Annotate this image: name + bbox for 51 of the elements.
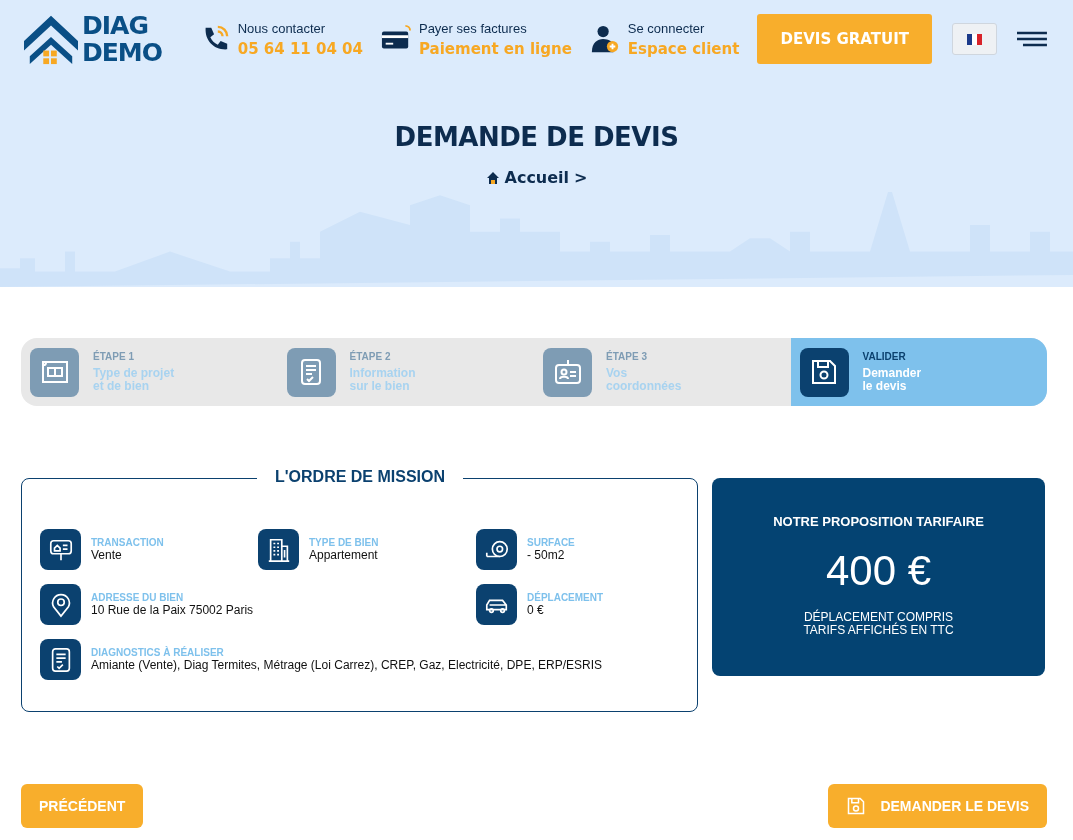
step-item[interactable]: ÉTAPE 2 Information sur le bien bbox=[277, 338, 534, 406]
contact-label: Nous contacter bbox=[237, 20, 327, 36]
field-label: DIAGNOSTICS À RÉALISER bbox=[91, 647, 225, 658]
id-badge-icon bbox=[553, 358, 582, 386]
field-value: Vente bbox=[91, 548, 123, 562]
language-button[interactable] bbox=[952, 23, 998, 55]
field-label: SURFACE bbox=[527, 537, 575, 548]
breadcrumb-separator: > bbox=[574, 168, 588, 187]
step-title: Information sur le bien bbox=[349, 367, 416, 393]
field-value: 10 Rue de la Paix 75002 Paris bbox=[91, 603, 254, 617]
menu-icon[interactable] bbox=[1017, 31, 1047, 47]
price-title: NOTRE PROPOSITION TARIFAIRE bbox=[773, 514, 984, 529]
contact-link[interactable]: Espace client bbox=[627, 39, 740, 58]
user-icon bbox=[589, 24, 620, 54]
previous-button[interactable]: PRÉCÉDENT bbox=[21, 784, 144, 828]
price-note: DÉPLACEMENT COMPRIS TARIFS AFFICHÉS EN TTC bbox=[803, 611, 954, 637]
contact-label: Se connecter bbox=[627, 20, 706, 36]
field-value: Appartement bbox=[309, 548, 379, 562]
step-item[interactable]: ÉTAPE 3 Vos coordonnées bbox=[534, 338, 791, 406]
free-quote-button[interactable]: DEVIS GRATUIT bbox=[757, 14, 933, 64]
step-title: Demander le devis bbox=[862, 367, 922, 393]
field-label: TYPE DE BIEN bbox=[309, 537, 379, 548]
field-value: Amiante (Vente), Diag Termites, Métrage (Loi Carrez), CREP, Gaz, Electricité, DPE, ERP/ESRIS bbox=[91, 658, 603, 672]
logo-text: DIAG bbox=[82, 12, 149, 39]
field-label: ADRESSE DU BIEN bbox=[91, 592, 185, 603]
floppy-disk-icon bbox=[810, 358, 838, 386]
french-flag-icon bbox=[967, 33, 983, 45]
contact-label: Payer ses factures bbox=[418, 20, 528, 36]
request-quote-button[interactable]: DEMANDER LE DEVIS bbox=[828, 784, 1047, 828]
logo-text: DEMO bbox=[82, 39, 162, 66]
step-label: ÉTAPE 2 bbox=[349, 351, 392, 362]
floppy-disk-icon bbox=[846, 796, 867, 816]
price-amount: 400 € bbox=[825, 547, 932, 595]
contact-link[interactable]: Paiement en ligne bbox=[418, 39, 572, 58]
field-value: 0 € bbox=[527, 603, 545, 617]
field-label: TRANSACTION bbox=[91, 537, 164, 548]
step-title: Vos coordonnées bbox=[606, 367, 682, 393]
step-item[interactable]: ÉTAPE 1 Type de projet et de bien bbox=[21, 338, 278, 406]
blueprint-icon bbox=[40, 358, 69, 386]
step-label: ÉTAPE 1 bbox=[93, 351, 135, 362]
contact-link[interactable]: 05 64 11 04 04 bbox=[237, 39, 363, 58]
home-icon bbox=[485, 170, 500, 185]
step-label: ÉTAPE 3 bbox=[606, 351, 648, 362]
breadcrumb-link[interactable]: Accueil bbox=[504, 168, 570, 187]
page-title: DEMANDE DE DEVIS bbox=[393, 122, 680, 152]
logo[interactable]: DIAG DEMO bbox=[22, 12, 182, 66]
step-title: Type de projet et de bien bbox=[93, 367, 175, 393]
step-item[interactable]: VALIDER Demander le devis bbox=[790, 338, 1047, 406]
step-label: VALIDER bbox=[862, 351, 907, 362]
field-label: DÉPLACEMENT bbox=[527, 592, 604, 603]
field-value: - 50m2 bbox=[527, 548, 566, 562]
